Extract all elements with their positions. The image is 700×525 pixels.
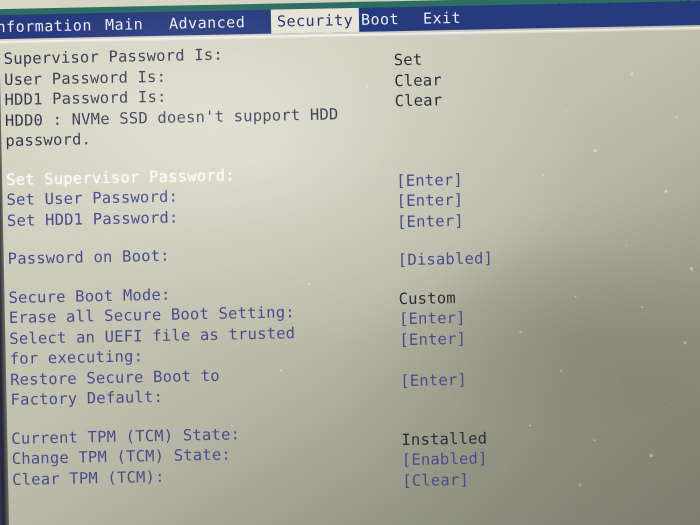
set-password-row-0[interactable]: Set Supervisor Password: [6, 165, 235, 191]
set-password-value-2[interactable]: [Enter] [397, 210, 464, 232]
secure-boot-label-2[interactable]: Select an UEFI file as trusted [9, 323, 295, 350]
bios-screen-photo: InsydeH20 Setup Utility InformationMainA… [0, 0, 700, 525]
laptop-lcd-panel: InsydeH20 Setup Utility InformationMainA… [0, 0, 700, 525]
menu-tab-main[interactable]: Main [99, 12, 150, 37]
tpm-value-1[interactable]: [Enabled] [402, 448, 488, 471]
hdd0-notice-line-1: password. [5, 129, 91, 152]
set-password-row-2[interactable]: Set HDD1 Password: [7, 207, 179, 231]
tpm-value-2[interactable]: [Clear] [402, 469, 469, 491]
menu-tab-security[interactable]: Security [271, 8, 360, 34]
menu-tab-boot[interactable]: Boot [355, 7, 406, 32]
tpm-label-1[interactable]: Change TPM (TCM) State: [12, 445, 232, 470]
status-value-0: Set [394, 50, 423, 72]
password-on-boot-value[interactable]: [Disabled] [398, 248, 494, 271]
menu-tab-exit[interactable]: Exit [417, 6, 468, 31]
tpm-label-2[interactable]: Clear TPM (TCM): [12, 466, 165, 490]
set-password-value-0[interactable]: [Enter] [396, 169, 463, 191]
secure-boot-value-3[interactable]: [Enter] [400, 369, 467, 391]
menu-tab-information[interactable]: Information [0, 13, 98, 39]
secure-boot-label-3-cont: Factory Default: [10, 387, 163, 411]
status-value-1: Clear [394, 70, 442, 92]
secure-boot-value-1[interactable]: [Enter] [399, 308, 466, 330]
set-password-value-1[interactable]: [Enter] [396, 190, 463, 212]
secure-boot-value-0: Custom [398, 288, 456, 310]
menu-tab-advanced[interactable]: Advanced [163, 10, 252, 36]
password-on-boot-label[interactable]: Password on Boot: [8, 246, 170, 270]
secure-boot-value-2[interactable]: [Enter] [399, 328, 466, 350]
status-label-0: Supervisor Password Is: [3, 45, 223, 70]
tpm-value-0: Installed [401, 428, 487, 451]
security-page-content: Supervisor Password Is: Set User Password … [3, 35, 700, 449]
secure-boot-label-3[interactable]: Restore Secure Boot to [10, 365, 220, 390]
status-value-2: Clear [394, 90, 442, 112]
